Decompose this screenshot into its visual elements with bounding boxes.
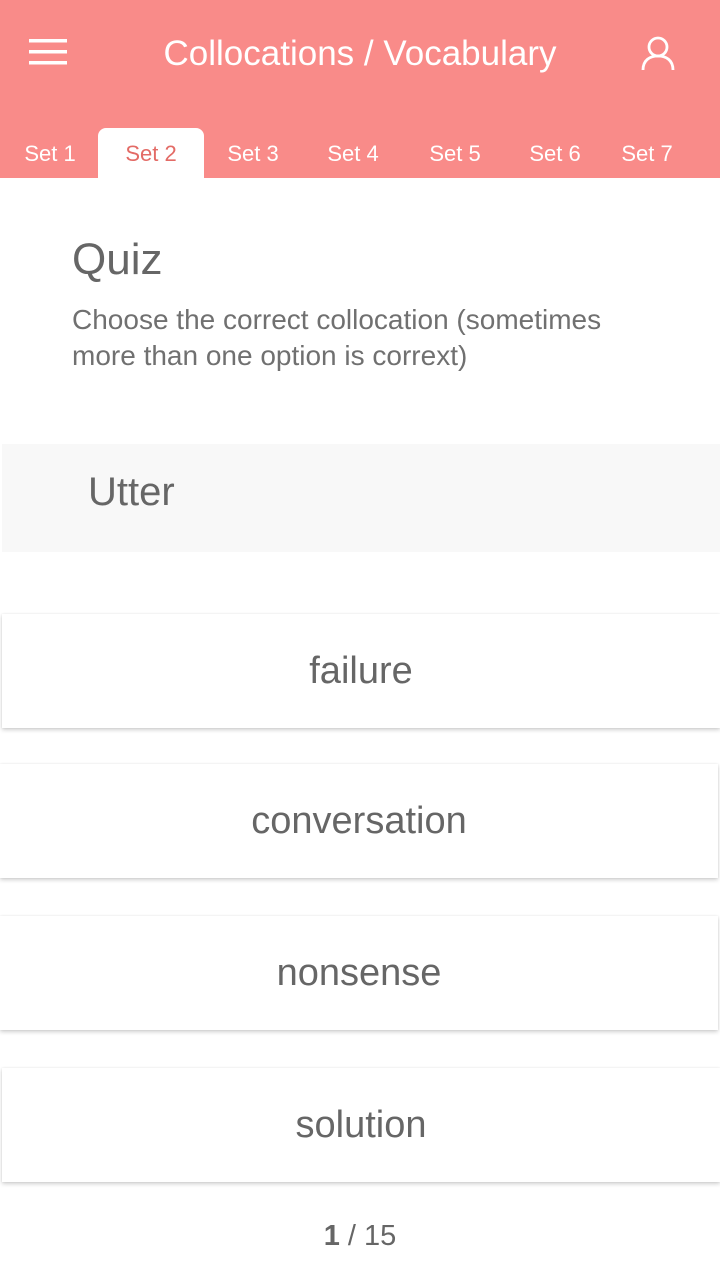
menu-button[interactable] bbox=[22, 28, 74, 76]
user-profile-icon bbox=[641, 36, 675, 77]
answer-option-button[interactable]: conversation bbox=[0, 764, 718, 878]
quiz-title: Quiz bbox=[72, 235, 163, 284]
tab-set-1[interactable]: Set 1 bbox=[2, 128, 98, 178]
answer-option-button[interactable]: failure bbox=[2, 614, 720, 728]
target-word: Utter bbox=[88, 470, 175, 514]
user-profile-button[interactable] bbox=[632, 30, 684, 82]
answer-option-button[interactable]: nonsense bbox=[0, 916, 718, 1030]
app-header: Collocations / Vocabulary Set 1 Set 2 Se… bbox=[0, 0, 720, 178]
tab-set-5[interactable]: Set 5 bbox=[406, 128, 504, 178]
tab-set-2[interactable]: Set 2 bbox=[98, 128, 204, 178]
tab-set-7[interactable]: Set 7 bbox=[604, 128, 690, 178]
current-question-number: 1 bbox=[323, 1220, 340, 1252]
hamburger-menu-icon bbox=[29, 39, 67, 65]
tab-set-3[interactable]: Set 3 bbox=[204, 128, 302, 178]
tab-set-4[interactable]: Set 4 bbox=[304, 128, 402, 178]
app-title: Collocations / Vocabulary bbox=[163, 34, 557, 73]
answer-option-button[interactable]: solution bbox=[2, 1068, 720, 1182]
set-tabs: Set 1 Set 2 Set 3 Set 4 Set 5 Set 6 Set … bbox=[0, 128, 720, 178]
tab-set-6[interactable]: Set 6 bbox=[506, 128, 604, 178]
quiz-instructions: Choose the correct collocation (sometime… bbox=[72, 304, 602, 371]
counter-separator: / bbox=[339, 1220, 365, 1252]
total-questions: 15 bbox=[364, 1220, 397, 1252]
target-word-panel: Utter bbox=[2, 444, 720, 552]
app-root: Collocations / Vocabulary Set 1 Set 2 Se… bbox=[0, 0, 720, 1280]
question-counter: 1 / 15 bbox=[0, 1216, 720, 1256]
